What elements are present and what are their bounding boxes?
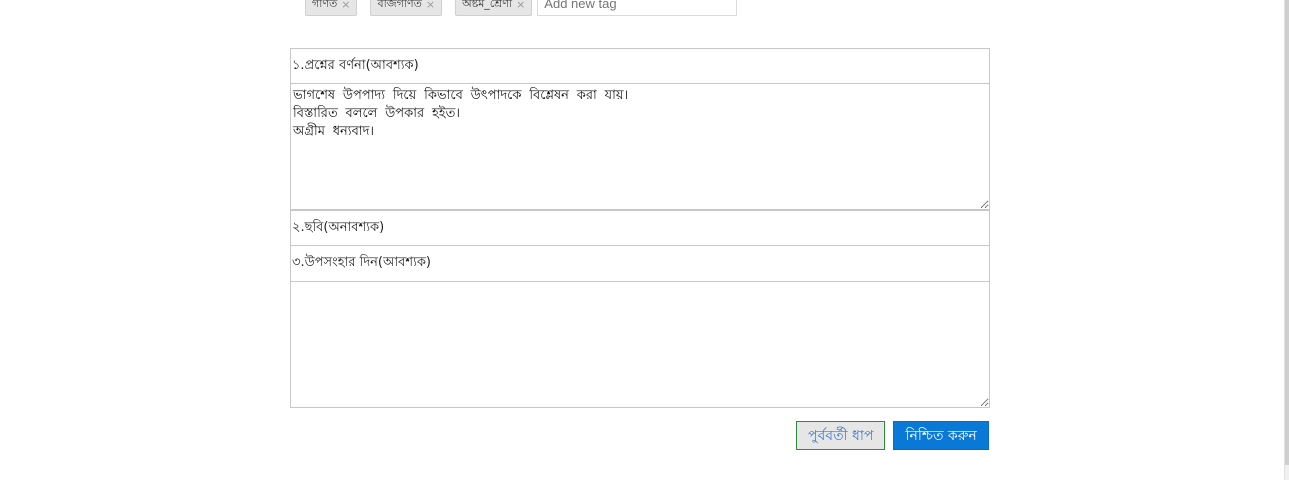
new-tag-input[interactable]	[537, 0, 738, 16]
conclusion-label: ৩.উপসংহার দিন(আবশ্যক)	[290, 246, 990, 282]
confirm-button[interactable]: নিশ্চিত করুন	[893, 421, 989, 450]
tag-label: বীজগণিত	[377, 0, 422, 10]
tag-chip[interactable]: গণিত ×	[305, 0, 358, 16]
tag-bar: গণিত × বীজগণিত × অষ্টম_শ্রেণী ×	[300, 0, 738, 18]
tag-label: গণিত	[312, 0, 338, 10]
tag-remove-icon[interactable]: ×	[426, 0, 435, 11]
question-description-label: ১.প্রশ্নের বর্ণনা(আবশ্যক)	[290, 48, 990, 84]
tag-chip[interactable]: বীজগণিত ×	[370, 0, 443, 16]
image-label[interactable]: ২.ছবি(অনাবশ্যক)	[290, 210, 990, 246]
question-description-textarea[interactable]	[290, 84, 990, 210]
tag-chip[interactable]: অষ্টম_শ্রেণী ×	[455, 0, 533, 16]
previous-step-button[interactable]: পুর্ববর্তী ধাপ	[796, 421, 886, 450]
form-actions: পুর্ববর্তী ধাপ নিশ্চিত করুন	[796, 421, 989, 450]
tag-label: অষ্টম_শ্রেণী	[462, 0, 513, 10]
tag-remove-icon[interactable]: ×	[516, 0, 525, 11]
page: গণিত × বীজগণিত × অষ্টম_শ্রেণী × ১.প্রশ্ন…	[0, 0, 1289, 480]
scrollbar-thumb[interactable]	[1285, 0, 1289, 465]
tag-remove-icon[interactable]: ×	[341, 0, 350, 11]
question-form: ১.প্রশ্নের বর্ণনা(আবশ্যক) ২.ছবি(অনাবশ্যক…	[290, 48, 990, 408]
conclusion-textarea[interactable]	[290, 282, 990, 408]
